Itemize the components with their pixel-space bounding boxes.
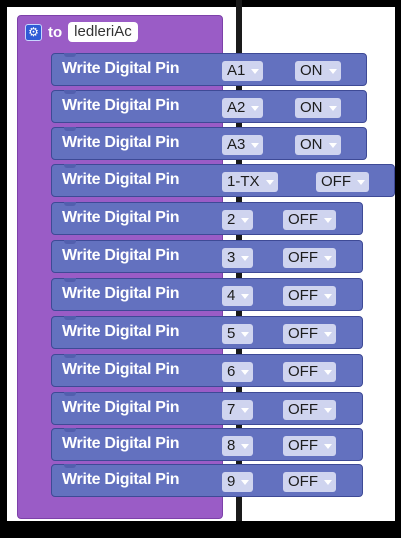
write-digital-pin-block[interactable]: Write Digital Pin A1 ON <box>51 53 367 86</box>
chevron-down-icon <box>357 180 365 185</box>
block-label: Write Digital Pin <box>62 134 180 151</box>
pin-dropdown[interactable]: A1 <box>222 61 264 81</box>
block-label: Write Digital Pin <box>62 171 180 188</box>
block-label: Write Digital Pin <box>62 361 180 378</box>
pin-dropdown[interactable]: 7 <box>222 400 254 420</box>
chevron-down-icon <box>324 444 332 449</box>
write-digital-pin-block[interactable]: Write Digital Pin 5 OFF <box>51 316 363 349</box>
chevron-down-icon <box>241 218 250 223</box>
procedure-name-field[interactable]: ledleriAc <box>68 22 138 42</box>
chevron-down-icon <box>241 444 250 449</box>
pin-dropdown[interactable]: 2 <box>222 210 254 230</box>
chevron-down-icon <box>328 143 337 148</box>
state-dropdown[interactable]: OFF <box>283 210 336 230</box>
state-dropdown[interactable]: OFF <box>283 286 336 306</box>
block-label: Write Digital Pin <box>62 285 180 302</box>
chevron-down-icon <box>241 256 250 261</box>
gear-icon[interactable]: ⚙ <box>25 23 42 41</box>
write-digital-pin-block[interactable]: Write Digital Pin 6 OFF <box>51 354 363 387</box>
block-label: Write Digital Pin <box>62 399 180 416</box>
chevron-down-icon <box>251 143 260 148</box>
pin-dropdown[interactable]: 5 <box>222 324 254 344</box>
chevron-down-icon <box>324 408 332 413</box>
block-label: Write Digital Pin <box>62 435 180 452</box>
chevron-down-icon <box>241 408 250 413</box>
chevron-down-icon <box>324 218 332 223</box>
chevron-down-icon <box>328 69 337 74</box>
chevron-down-icon <box>324 332 332 337</box>
chevron-down-icon <box>241 332 250 337</box>
state-dropdown[interactable]: ON <box>295 61 341 81</box>
write-digital-pin-block[interactable]: Write Digital Pin 9 OFF <box>51 464 363 497</box>
chevron-down-icon <box>324 370 332 375</box>
block-label: Write Digital Pin <box>62 471 180 488</box>
chevron-down-icon <box>328 106 337 111</box>
procedure-header: ⚙ to ledleriAc <box>25 21 138 43</box>
block-label: Write Digital Pin <box>62 97 180 114</box>
block-label: Write Digital Pin <box>62 60 180 77</box>
write-digital-pin-block[interactable]: Write Digital Pin 7 OFF <box>51 392 363 425</box>
chevron-down-icon <box>241 370 250 375</box>
block-label: Write Digital Pin <box>62 247 180 264</box>
pin-dropdown[interactable]: A2 <box>222 98 264 118</box>
pin-dropdown[interactable]: 3 <box>222 248 254 268</box>
chevron-down-icon <box>241 480 250 485</box>
pin-dropdown[interactable]: A3 <box>222 135 264 155</box>
write-digital-pin-block[interactable]: Write Digital Pin 2 OFF <box>51 202 363 235</box>
chevron-down-icon <box>251 69 260 74</box>
state-dropdown[interactable]: ON <box>295 98 341 118</box>
chevron-down-icon <box>241 294 250 299</box>
state-dropdown[interactable]: OFF <box>283 400 336 420</box>
pin-dropdown[interactable]: 4 <box>222 286 254 306</box>
write-digital-pin-block[interactable]: Write Digital Pin A3 ON <box>51 127 367 160</box>
chevron-down-icon <box>324 256 332 261</box>
write-digital-pin-block[interactable]: Write Digital Pin 4 OFF <box>51 278 363 311</box>
state-dropdown[interactable]: OFF <box>283 472 336 492</box>
state-dropdown[interactable]: OFF <box>283 436 336 456</box>
write-digital-pin-block[interactable]: Write Digital Pin 8 OFF <box>51 428 363 461</box>
state-dropdown[interactable]: OFF <box>316 172 369 192</box>
write-digital-pin-block[interactable]: Write Digital Pin 1-TX OFF <box>51 164 395 197</box>
state-dropdown[interactable]: ON <box>295 135 341 155</box>
state-dropdown[interactable]: OFF <box>283 362 336 382</box>
state-dropdown[interactable]: OFF <box>283 248 336 268</box>
block-label: Write Digital Pin <box>62 209 180 226</box>
pin-dropdown[interactable]: 1-TX <box>222 172 278 192</box>
chevron-down-icon <box>251 106 260 111</box>
chevron-down-icon <box>265 180 274 185</box>
bottom-frame <box>0 521 401 538</box>
block-label: Write Digital Pin <box>62 323 180 340</box>
pin-dropdown[interactable]: 8 <box>222 436 254 456</box>
chevron-down-icon <box>324 294 332 299</box>
chevron-down-icon <box>324 480 332 485</box>
procedure-keyword: to <box>48 23 63 41</box>
pin-dropdown[interactable]: 6 <box>222 362 254 382</box>
write-digital-pin-block[interactable]: Write Digital Pin A2 ON <box>51 90 367 123</box>
state-dropdown[interactable]: OFF <box>283 324 336 344</box>
pin-dropdown[interactable]: 9 <box>222 472 254 492</box>
write-digital-pin-block[interactable]: Write Digital Pin 3 OFF <box>51 240 363 273</box>
